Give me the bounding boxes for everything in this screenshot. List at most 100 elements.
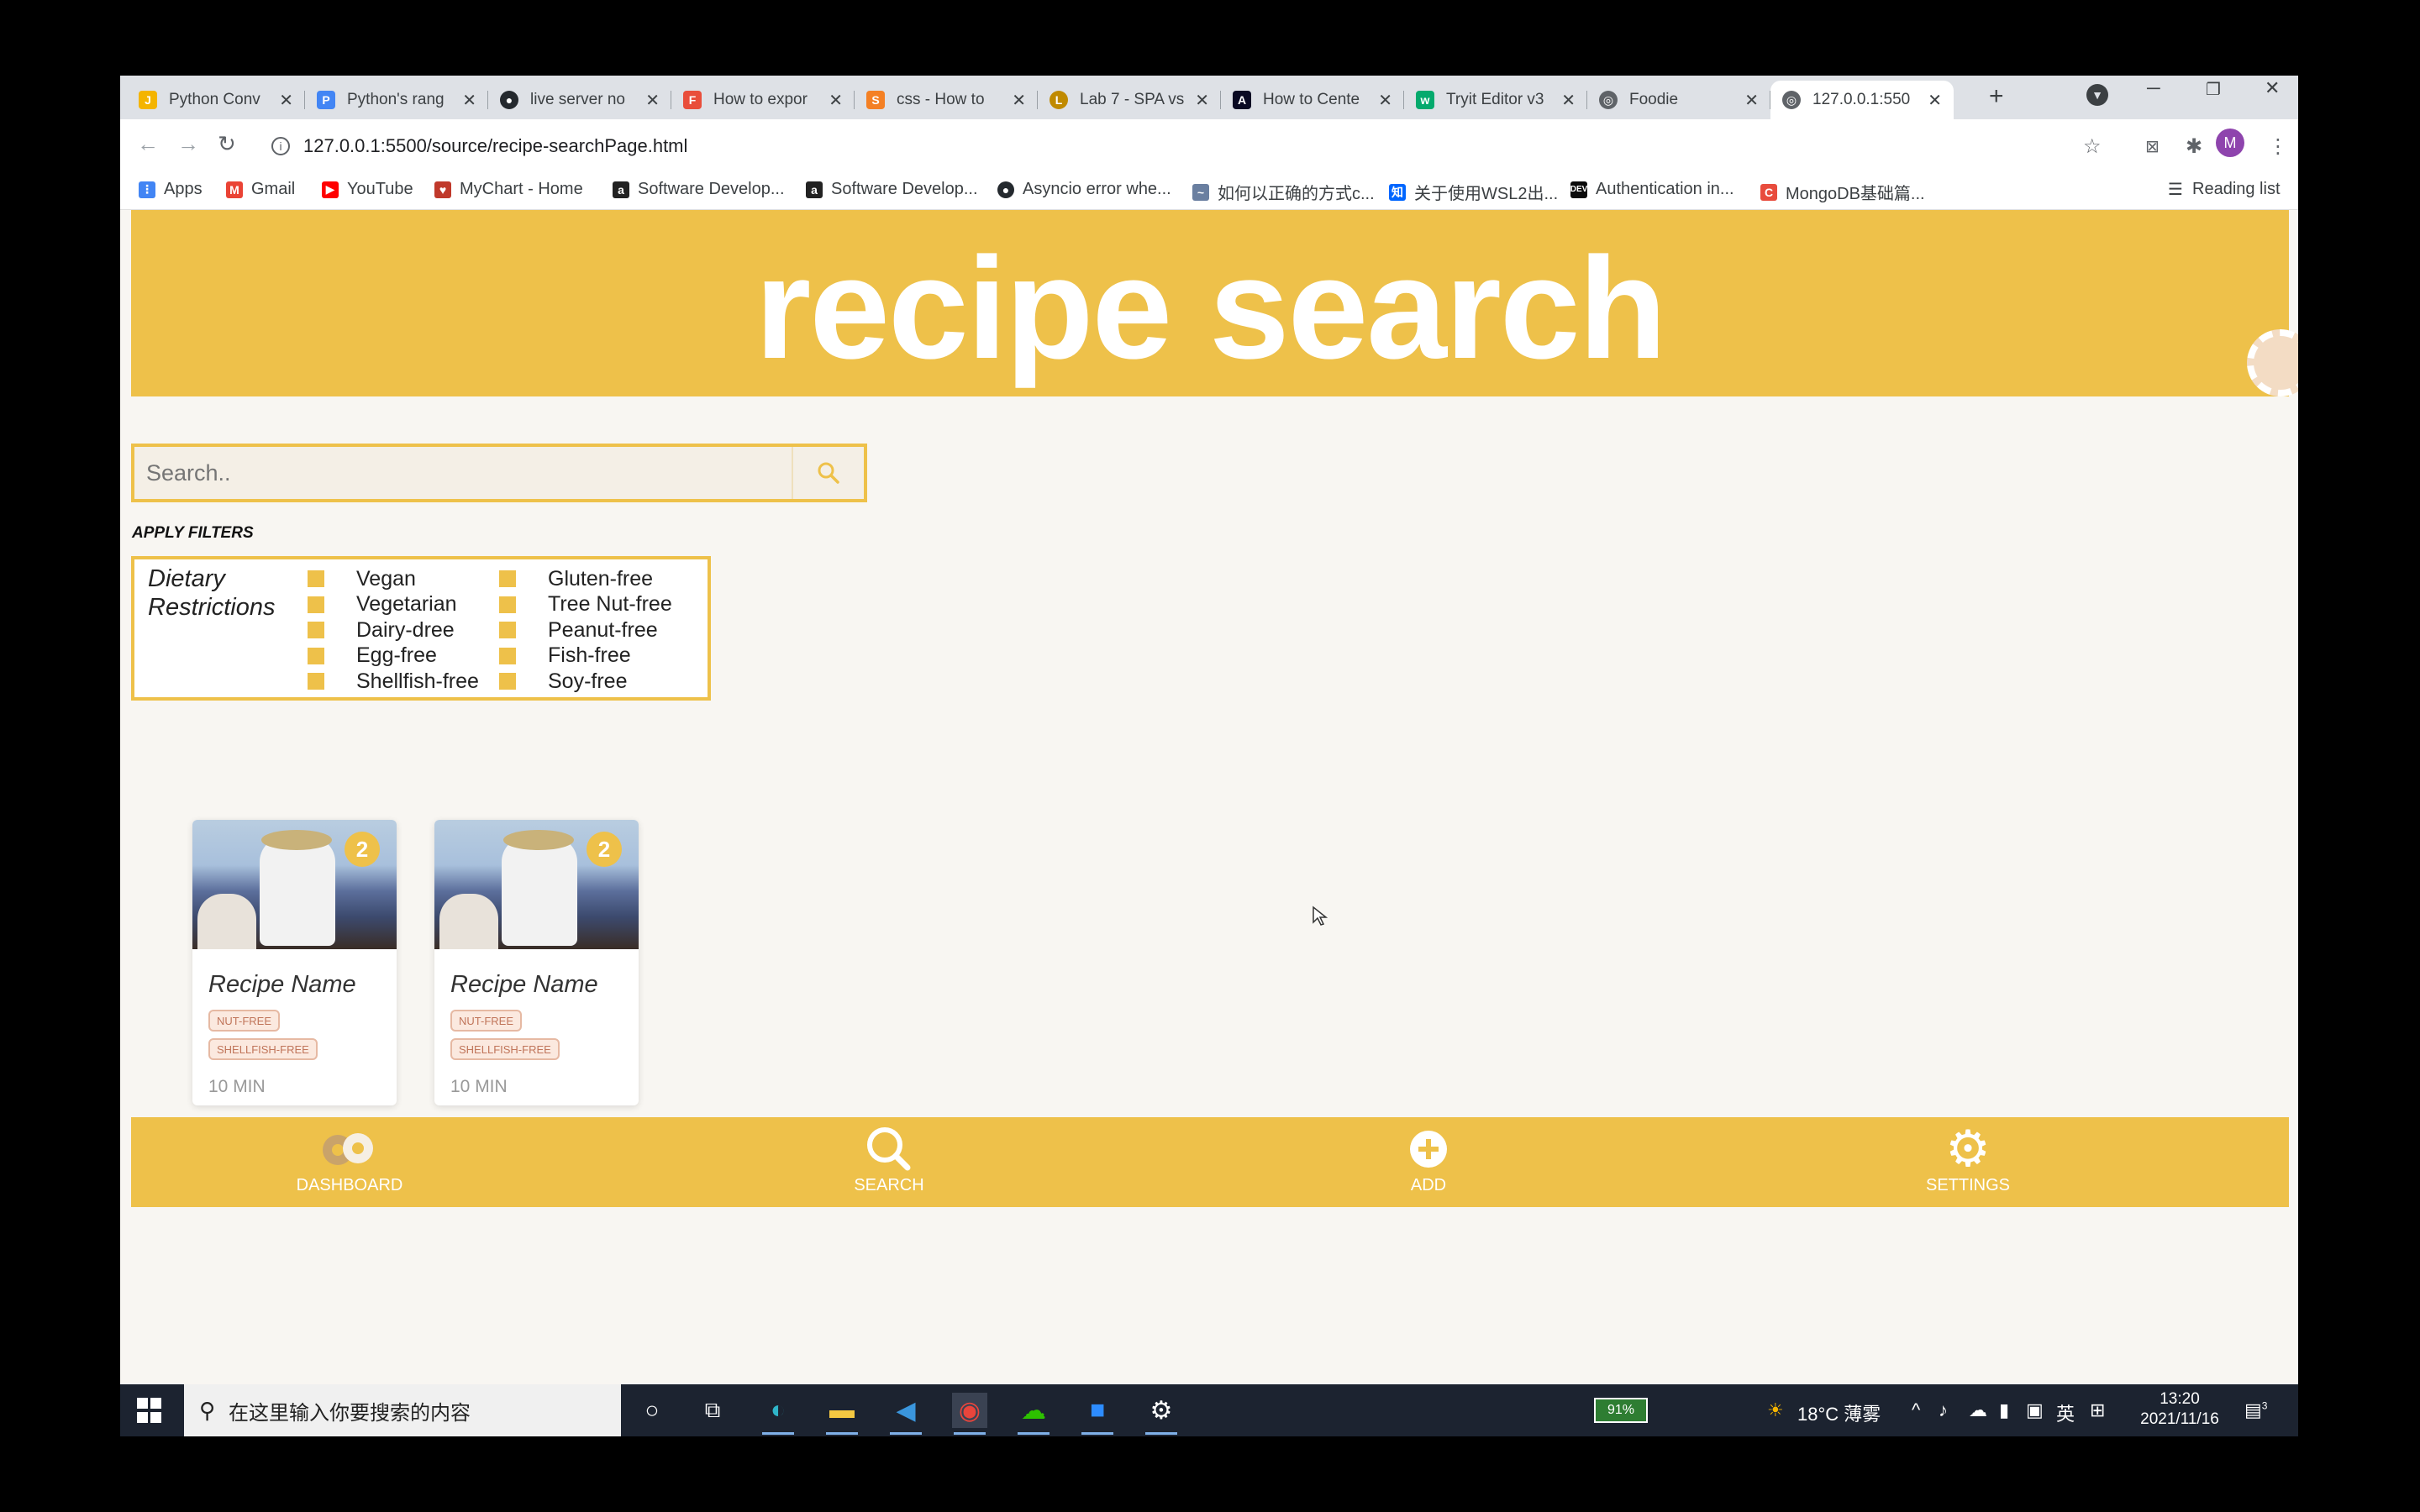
nav-settings[interactable]: ⚙ SETTINGS [1884, 1121, 2052, 1195]
search-button[interactable] [792, 447, 864, 499]
recipe-card[interactable]: 2 Recipe Name NUT-FREE SHELLFISH-FREE 10… [192, 820, 397, 1105]
bookmark-mongodb[interactable]: C MongoDB基础篇... [1760, 180, 1925, 204]
reload-icon[interactable]: ↻ [218, 131, 236, 157]
chrome-icon[interactable]: ◉ [952, 1393, 987, 1435]
filter-gluten-free[interactable]: Gluten-free [499, 566, 672, 592]
tab-python-conv[interactable]: J Python Conv ✕ [127, 81, 305, 119]
checkbox[interactable] [308, 596, 324, 613]
close-tab-icon[interactable]: ✕ [1928, 90, 1942, 111]
vscode-icon[interactable]: ◀ [888, 1393, 923, 1435]
file-explorer-icon[interactable]: ▬ [824, 1393, 860, 1435]
bookmark-mychart[interactable]: ♥ MyChart - Home [434, 180, 583, 199]
new-tab-button[interactable]: + [1989, 82, 2004, 111]
bookmark-apps[interactable]: ⋮ Apps [139, 180, 203, 199]
notification-center-icon[interactable]: ▤3 [2244, 1399, 2267, 1421]
close-tab-icon[interactable]: ✕ [1561, 90, 1576, 111]
tab-how-to-export[interactable]: F How to expor ✕ [671, 81, 855, 119]
tab-css-how-to[interactable]: S css - How to ✕ [855, 81, 1038, 119]
nav-add[interactable]: ADD [1344, 1124, 1512, 1195]
checkbox[interactable] [499, 622, 516, 639]
close-tab-icon[interactable]: ✕ [1744, 90, 1759, 111]
bookmark-star-icon[interactable]: ☆ [2083, 134, 2102, 159]
profile-avatar[interactable]: M [2216, 129, 2244, 157]
close-tab-icon[interactable]: ✕ [1012, 90, 1026, 111]
address-bar[interactable]: i 127.0.0.1:5500/source/recipe-searchPag… [256, 128, 2239, 165]
wechat-icon[interactable]: ☁ [1016, 1393, 1051, 1435]
menu-dots-icon[interactable]: ⋮ [2268, 134, 2288, 159]
search-bar [131, 444, 867, 502]
bookmark-zh-1[interactable]: ~ 如何以正确的方式c... [1192, 180, 1375, 204]
filter-vegan[interactable]: Vegan [308, 566, 479, 592]
filter-soy-free[interactable]: Soy-free [499, 669, 672, 695]
bookmark-zhihu[interactable]: 知关于使用WSL2出... [1389, 180, 1558, 204]
reading-list-button[interactable]: ☰ Reading list [2167, 180, 2280, 199]
weather-text[interactable]: 18°C 薄雾 [1797, 1399, 1881, 1426]
restore-button[interactable]: ❐ [2206, 79, 2221, 100]
filter-vegetarian[interactable]: Vegetarian [308, 592, 479, 618]
checkbox[interactable] [499, 647, 516, 664]
tab-foodie[interactable]: ◎ Foodie ✕ [1587, 81, 1770, 119]
tab-search-icon[interactable]: ▼ [2086, 84, 2108, 106]
bookmark-software-develop-1[interactable]: a Software Develop... [613, 180, 785, 199]
bookmark-youtube[interactable]: ▶ YouTube [322, 180, 413, 199]
close-tab-icon[interactable]: ✕ [462, 90, 476, 111]
filter-shellfish-free[interactable]: Shellfish-free [308, 669, 479, 695]
checkbox[interactable] [308, 570, 324, 588]
close-tab-icon[interactable]: ✕ [279, 90, 293, 111]
network-icon[interactable]: ▣ [2026, 1399, 2044, 1421]
close-tab-icon[interactable]: ✕ [1195, 90, 1209, 111]
checkbox[interactable] [499, 570, 516, 588]
checkbox[interactable] [308, 647, 324, 664]
volume-icon[interactable]: ♪ [1939, 1399, 1948, 1421]
filter-dairy-free[interactable]: Dairy-dree [308, 617, 479, 643]
input-method-label[interactable]: 英 [2056, 1399, 2075, 1426]
extensions-puzzle-icon[interactable]: ✱ [2186, 134, 2202, 159]
close-tab-icon[interactable]: ✕ [1378, 90, 1392, 111]
settings-gear-icon[interactable]: ⚙ [1144, 1393, 1179, 1435]
microphone-icon[interactable]: ▮ [1999, 1399, 2009, 1421]
close-tab-icon[interactable]: ✕ [645, 90, 660, 111]
tab-tryit-editor[interactable]: w Tryit Editor v3 ✕ [1404, 81, 1587, 119]
close-window-button[interactable]: ✕ [2265, 77, 2280, 99]
filter-fish-free[interactable]: Fish-free [499, 643, 672, 669]
onedrive-icon[interactable]: ☁ [1969, 1399, 1987, 1421]
tab-localhost-active[interactable]: ◎ 127.0.0.1:550 ✕ [1770, 81, 1954, 119]
apply-filters-label[interactable]: APPLY FILTERS [132, 524, 254, 543]
forward-icon[interactable]: → [177, 131, 199, 157]
filter-peanut-free[interactable]: Peanut-free [499, 617, 672, 643]
search-input[interactable] [134, 447, 792, 499]
windows-start-icon[interactable] [137, 1398, 162, 1423]
tab-lab7-spa[interactable]: L Lab 7 - SPA vs ✕ [1038, 81, 1221, 119]
bookmark-authentication[interactable]: DEV Authentication in... [1570, 180, 1734, 199]
bookmark-software-develop-2[interactable]: a Software Develop... [806, 180, 978, 199]
checkbox[interactable] [499, 673, 516, 690]
minimize-button[interactable]: ─ [2147, 77, 2160, 99]
keyboard-layout-icon[interactable]: ⊞ [2090, 1399, 2105, 1421]
task-view-icon[interactable]: ⧉ [695, 1393, 730, 1428]
site-info-icon[interactable]: i [271, 137, 290, 155]
checkbox[interactable] [308, 622, 324, 639]
nav-dashboard[interactable]: DASHBOARD [266, 1124, 434, 1195]
bookmark-gmail[interactable]: M Gmail [226, 180, 295, 199]
tray-chevron-icon[interactable]: ^ [1912, 1399, 1920, 1421]
taskbar-search[interactable]: ⚲ 在这里输入你要搜索的内容 [184, 1384, 621, 1436]
bookmark-label: Gmail [251, 180, 296, 198]
back-icon[interactable]: ← [137, 131, 159, 157]
filter-egg-free[interactable]: Egg-free [308, 643, 479, 669]
tab-python-range[interactable]: P Python's rang ✕ [305, 81, 488, 119]
edge-icon[interactable]: ◐ [760, 1393, 796, 1435]
system-clock[interactable]: 13:20 2021/11/16 [2133, 1389, 2226, 1430]
recipe-card[interactable]: 2 Recipe Name NUT-FREE SHELLFISH-FREE 10… [434, 820, 639, 1105]
close-tab-icon[interactable]: ✕ [829, 90, 843, 111]
zoom-icon[interactable]: ■ [1080, 1393, 1115, 1435]
nav-search[interactable]: SEARCH [805, 1124, 973, 1195]
checkbox[interactable] [499, 596, 516, 613]
tab-live-server[interactable]: ● live server no ✕ [488, 81, 671, 119]
checkbox[interactable] [308, 673, 324, 690]
bookmark-asyncio[interactable]: ● Asyncio error whe... [997, 180, 1171, 199]
battery-indicator[interactable]: 91% [1594, 1398, 1648, 1423]
tab-how-to-center[interactable]: A How to Cente ✕ [1221, 81, 1404, 119]
extension-x-icon[interactable]: ⊠ [2145, 136, 2160, 157]
cortana-icon[interactable]: ○ [634, 1393, 670, 1428]
filter-tree-nut-free[interactable]: Tree Nut-free [499, 592, 672, 618]
